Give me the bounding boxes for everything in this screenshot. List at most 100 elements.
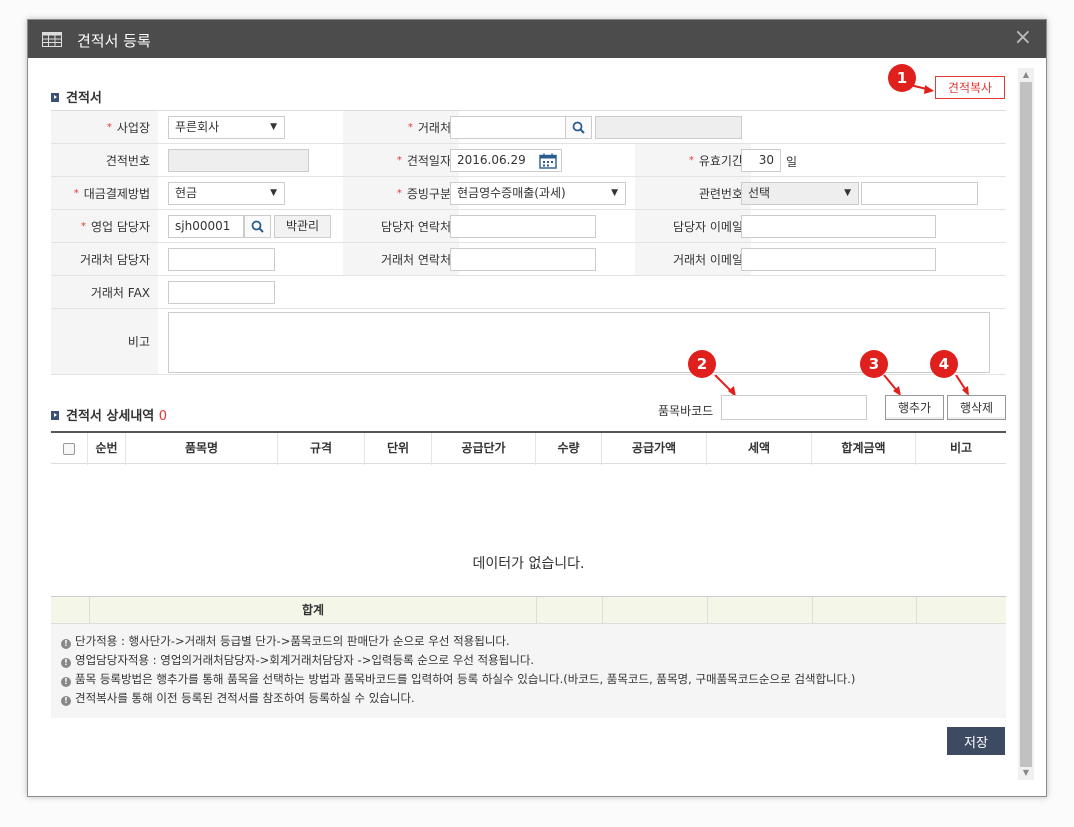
- form-row: * 사업장 푸른회사 ▼ * 거래처: [51, 111, 1006, 144]
- table-icon: [42, 32, 62, 47]
- col-header: 합계금액: [812, 433, 916, 465]
- business-select[interactable]: 푸른회사 ▼: [168, 116, 285, 139]
- col-header: 세액: [707, 433, 812, 465]
- form-row: 거래처 담당자 거래처 연락처 거래처 이메일: [51, 243, 1006, 276]
- form-row: 거래처 FAX: [51, 276, 1006, 309]
- dropdown-caret-icon: ▼: [844, 188, 851, 198]
- col-header: 순번: [88, 433, 126, 465]
- sales-rep-name-field: 박관리: [274, 215, 331, 238]
- client-email-input[interactable]: [741, 248, 936, 271]
- col-header: 공급단가: [432, 433, 536, 465]
- grid-total-row: 합계: [51, 596, 1006, 624]
- barcode-label: 품목바코드: [658, 404, 714, 418]
- rep-email-label: 담당자 이메일: [635, 210, 751, 242]
- callout-badge-1: 1: [888, 64, 916, 92]
- note-item: ! 영업담당자적용 : 영업의거래처담당자->회계거래처담당자 ->입력등록 순으…: [61, 651, 996, 670]
- related-no-label: 관련번호: [635, 177, 751, 209]
- info-icon: !: [61, 639, 71, 649]
- scrollbar-thumb[interactable]: [1020, 82, 1032, 767]
- dropdown-caret-icon: ▼: [270, 188, 277, 198]
- valid-period-label: * 유효기간: [635, 144, 751, 176]
- vertical-scrollbar[interactable]: ▲ ▼: [1018, 68, 1034, 780]
- info-icon: !: [61, 677, 71, 687]
- callout-badge-4: 4: [930, 350, 958, 378]
- sales-rep-id-input[interactable]: sjh00001: [168, 215, 244, 238]
- valid-period-unit: 일: [786, 155, 798, 169]
- client-phone-input[interactable]: [450, 248, 596, 271]
- quote-register-modal: 견적서 등록 × ▲ ▼ 견적서 견적복사 1 * 사업장 푸른회사 ▼ * 거래처: [27, 19, 1047, 797]
- quote-form: * 사업장 푸른회사 ▼ * 거래처 견적번호 * 견적일자 2016.06.29 * 유…: [51, 110, 1006, 375]
- payment-select[interactable]: 현금 ▼: [168, 182, 285, 205]
- client-search-button[interactable]: [565, 116, 592, 139]
- col-header: 수량: [536, 433, 602, 465]
- client-rep-input[interactable]: [168, 248, 275, 271]
- payment-label: * 대금결제방법: [51, 177, 158, 209]
- add-row-button[interactable]: 행추가: [885, 395, 944, 420]
- client-email-label: 거래처 이메일: [635, 243, 751, 275]
- detail-count: 0: [158, 409, 168, 424]
- sales-rep-search-button[interactable]: [244, 215, 271, 238]
- grid-header-checkbox-cell: [51, 433, 88, 465]
- rep-phone-input[interactable]: [450, 215, 596, 238]
- search-icon: [251, 220, 264, 233]
- proof-label: * 증빙구분: [343, 177, 459, 209]
- client-rep-label: 거래처 담당자: [51, 243, 158, 275]
- related-no-select[interactable]: 선택 ▼: [741, 182, 859, 205]
- calendar-icon: [539, 153, 557, 169]
- total-cell: [708, 597, 813, 624]
- form-row: * 영업 담당자 sjh00001 박관리 담당자 연락처 담당자 이메일: [51, 210, 1006, 243]
- empty-message: 데이터가 없습니다.: [472, 556, 585, 572]
- client-fax-label: 거래처 FAX: [51, 276, 158, 308]
- select-all-checkbox[interactable]: [63, 443, 75, 455]
- total-cell: [813, 597, 917, 624]
- proof-select[interactable]: 현금영수증매출(과세) ▼: [450, 182, 626, 205]
- grid-header: 순번 품목명 규격 단위 공급단가 수량 공급가액 세액 합계금액 비고: [51, 431, 1006, 465]
- dropdown-caret-icon: ▼: [611, 188, 618, 198]
- total-cell: [537, 597, 603, 624]
- total-cell: [917, 597, 1006, 624]
- scroll-down-icon[interactable]: ▼: [1018, 766, 1034, 780]
- col-header: 단위: [365, 433, 432, 465]
- delete-row-button[interactable]: 행삭제: [947, 395, 1006, 420]
- info-icon: !: [61, 696, 71, 706]
- rep-email-input[interactable]: [741, 215, 936, 238]
- total-cell: [51, 597, 90, 624]
- copy-quote-button[interactable]: 견적복사: [935, 76, 1005, 99]
- close-icon[interactable]: ×: [1014, 26, 1032, 50]
- modal-title: 견적서 등록: [77, 32, 151, 50]
- col-header: 비고: [949, 441, 973, 455]
- notes-box: ! 단가적용 : 행사단가->거래처 등급별 단가->품목코드의 판매단가 순으로…: [51, 624, 1006, 718]
- col-header: 규격: [278, 433, 365, 465]
- sales-rep-label: * 영업 담당자: [51, 210, 158, 242]
- callout-badge-3: 3: [860, 350, 888, 378]
- form-row: 견적번호 * 견적일자 2016.06.29 * 유효기간 30 일: [51, 144, 1006, 177]
- related-no-input[interactable]: [861, 182, 978, 205]
- total-label: 합계: [90, 597, 537, 624]
- barcode-input[interactable]: [721, 395, 867, 420]
- quote-no-label: 견적번호: [51, 144, 158, 176]
- rep-phone-label: 담당자 연락처: [343, 210, 459, 242]
- section-marker-icon: [51, 93, 59, 102]
- quote-no-field: [168, 149, 309, 172]
- client-fax-input[interactable]: [168, 281, 275, 304]
- search-icon: [572, 121, 585, 134]
- quote-section-title: 견적서: [51, 87, 102, 106]
- col-header: 공급가액: [602, 433, 707, 465]
- valid-period-input[interactable]: 30: [741, 149, 781, 172]
- detail-section-title: 견적서 상세내역 0: [51, 405, 167, 424]
- note-item: ! 품목 등록방법은 행추가를 통해 품목을 선택하는 방법과 품목바코드를 입력…: [61, 670, 996, 689]
- total-cell: [603, 597, 708, 624]
- business-label: * 사업장: [51, 111, 158, 143]
- save-button[interactable]: 저장: [947, 727, 1005, 755]
- callout-badge-2: 2: [688, 350, 716, 378]
- note-item: ! 견적복사를 통해 이전 등록된 견적서를 참조하여 등록하실 수 있습니다.: [61, 689, 996, 708]
- quote-date-label: * 견적일자: [343, 144, 459, 176]
- calendar-button[interactable]: [535, 150, 561, 171]
- dropdown-caret-icon: ▼: [270, 122, 277, 132]
- client-phone-label: 거래처 연락처: [343, 243, 459, 275]
- section-marker-icon: [51, 411, 59, 420]
- note-item: ! 단가적용 : 행사단가->거래처 등급별 단가->품목코드의 판매단가 순으로…: [61, 632, 996, 651]
- client-input[interactable]: [450, 116, 566, 139]
- client-name-field: [595, 116, 742, 139]
- scroll-up-icon[interactable]: ▲: [1018, 68, 1034, 82]
